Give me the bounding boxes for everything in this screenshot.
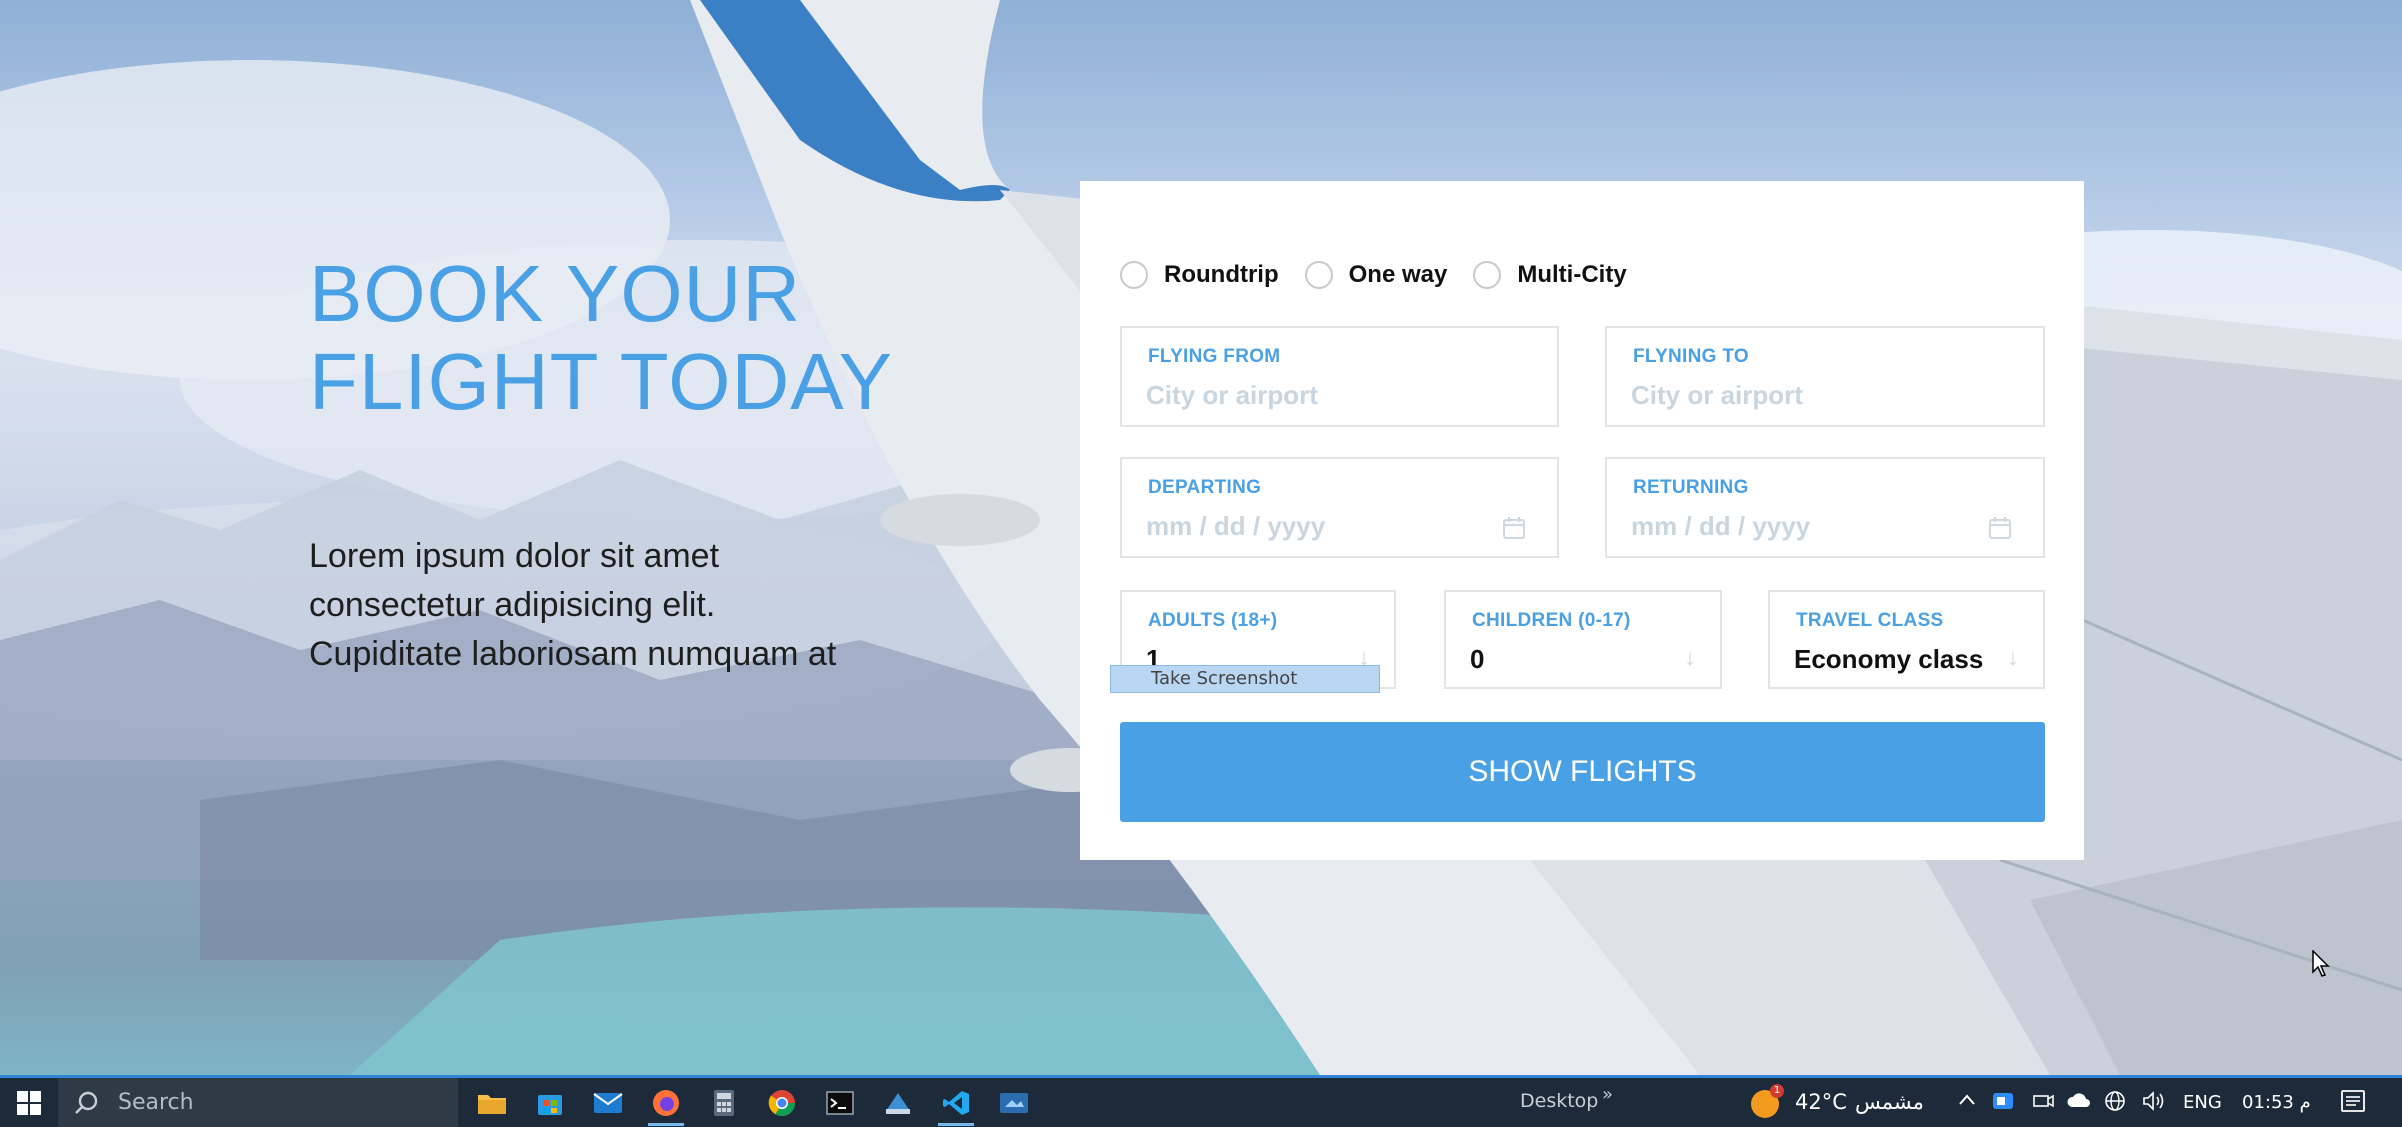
returning-label: RETURNING: [1633, 477, 1749, 498]
start-button[interactable]: [0, 1078, 58, 1127]
windows-logo-icon: [17, 1090, 41, 1115]
multi-city-radio[interactable]: [1473, 261, 1502, 289]
arrow-down-icon: ↓: [1684, 644, 1696, 671]
calculator-icon[interactable]: [698, 1082, 750, 1123]
trip-type-group: Roundtrip One way Multi-City: [1120, 257, 1653, 293]
windows-taskbar: Search Desktop » 1 42°C مشمس ENG 01:53 م: [0, 1078, 2402, 1127]
mouse-pointer-icon: [2312, 950, 2330, 977]
terminal-icon[interactable]: [814, 1082, 866, 1123]
flying-to-input[interactable]: City or airport: [1631, 380, 1803, 411]
file-explorer-icon[interactable]: [466, 1082, 518, 1123]
children-label: CHILDREN (0-17): [1472, 610, 1631, 631]
double-chevron-icon[interactable]: »: [1602, 1084, 1613, 1105]
store-icon[interactable]: [524, 1082, 576, 1123]
trip-option-multi-city[interactable]: Multi-City: [1473, 261, 1627, 289]
chevron-up-icon[interactable]: [1957, 1090, 1977, 1110]
desktop-toolbar-label[interactable]: Desktop: [1520, 1090, 1598, 1112]
hero-description: Lorem ipsum dolor sit amet consectetur a…: [309, 537, 837, 673]
travel-class-value: Economy class: [1794, 644, 1984, 674]
search-icon: [75, 1091, 98, 1114]
flying-from-input[interactable]: City or airport: [1146, 380, 1318, 411]
travel-class-select[interactable]: TRAVEL CLASS Economy class ↓: [1768, 590, 2045, 689]
weather-temperature[interactable]: 42°C: [1795, 1090, 1847, 1114]
calendar-icon[interactable]: [1987, 515, 2013, 541]
hero-title: BOOK YOUR FLIGHT TODAY: [309, 249, 893, 426]
taskbar-search-box[interactable]: Search: [58, 1078, 458, 1127]
weather-alert-badge: 1: [1770, 1084, 1784, 1098]
returning-date-field[interactable]: RETURNING mm / dd / yyyy: [1605, 457, 2045, 558]
departing-label: DEPARTING: [1148, 477, 1262, 498]
flying-from-field[interactable]: FLYING FROM City or airport: [1120, 326, 1559, 427]
children-select[interactable]: CHILDREN (0-17) 0 ↓: [1444, 590, 1722, 689]
trip-option-label: Multi-City: [1517, 261, 1627, 288]
one-way-radio[interactable]: [1304, 261, 1333, 289]
chrome-icon[interactable]: [756, 1082, 808, 1123]
globe-network-icon[interactable]: [2104, 1090, 2126, 1112]
children-value: 0: [1470, 644, 1485, 674]
flying-to-label: FLYNING TO: [1633, 346, 1749, 367]
trip-option-roundtrip[interactable]: Roundtrip: [1120, 261, 1279, 289]
vscode-icon[interactable]: [930, 1082, 982, 1126]
screenshot-tooltip[interactable]: Take Screenshot: [1110, 665, 1380, 693]
clock-time[interactable]: 01:53 م: [2242, 1092, 2311, 1113]
input-language[interactable]: ENG: [2183, 1092, 2222, 1113]
weather-condition[interactable]: مشمس: [1855, 1090, 1924, 1114]
flying-to-field[interactable]: FLYNING TO City or airport: [1605, 326, 2045, 427]
travel-class-label: TRAVEL CLASS: [1796, 610, 1944, 631]
notification-center-icon[interactable]: [2340, 1088, 2366, 1116]
booking-form: Roundtrip One way Multi-City FLYING FROM…: [1080, 181, 2084, 860]
app-icon[interactable]: [872, 1082, 924, 1123]
video-app-icon[interactable]: [988, 1082, 1040, 1123]
camera-icon[interactable]: [2032, 1090, 2054, 1112]
adults-label: ADULTS (18+): [1148, 610, 1278, 631]
search-placeholder: Search: [118, 1090, 194, 1115]
departing-date-field[interactable]: DEPARTING mm / dd / yyyy: [1120, 457, 1559, 558]
roundtrip-radio[interactable]: [1120, 261, 1148, 289]
zoom-meeting-icon[interactable]: [1992, 1090, 2014, 1112]
show-flights-button[interactable]: SHOW FLIGHTS: [1120, 722, 2045, 822]
departing-date-input[interactable]: mm / dd / yyyy: [1146, 511, 1325, 542]
cloud-sync-icon[interactable]: [2066, 1090, 2092, 1112]
calendar-icon[interactable]: [1501, 515, 1527, 541]
mail-icon[interactable]: [582, 1082, 634, 1123]
flying-from-label: FLYING FROM: [1148, 346, 1281, 367]
arrow-down-icon: ↓: [2007, 644, 2019, 671]
firefox-icon[interactable]: [640, 1082, 692, 1126]
trip-option-label: One way: [1348, 261, 1448, 288]
returning-date-input[interactable]: mm / dd / yyyy: [1631, 511, 1810, 542]
trip-option-label: Roundtrip: [1164, 261, 1279, 288]
trip-option-one-way[interactable]: One way: [1304, 261, 1448, 289]
speaker-volume-icon[interactable]: [2142, 1090, 2166, 1112]
